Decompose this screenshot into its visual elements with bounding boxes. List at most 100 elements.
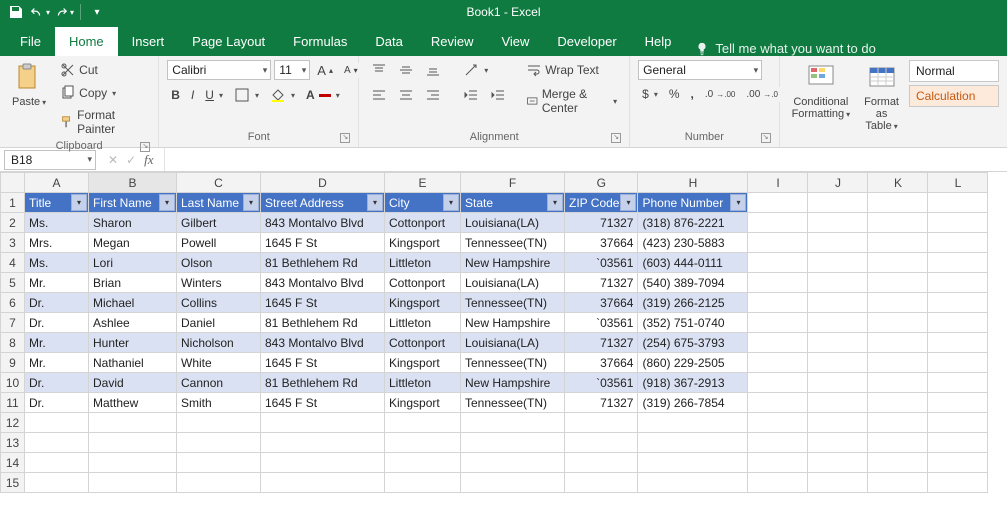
save-button[interactable] [6, 2, 26, 22]
tab-formulas[interactable]: Formulas [279, 27, 361, 56]
conditional-formatting-button[interactable]: Conditional Formatting▾ [788, 60, 855, 123]
cell-H2[interactable]: (318) 876-2221 [638, 213, 748, 233]
tell-me-search[interactable]: Tell me what you want to do [695, 41, 875, 56]
cell-A15[interactable] [25, 473, 89, 493]
cell-A14[interactable] [25, 453, 89, 473]
cell-I3[interactable] [748, 233, 808, 253]
cell-B8[interactable]: Hunter [89, 333, 177, 353]
cell-A9[interactable]: Mr. [25, 353, 89, 373]
column-header-E[interactable]: E [385, 173, 461, 193]
cell-K14[interactable] [868, 453, 928, 473]
worksheet-grid[interactable]: ABCDEFGHIJKL 1Title▾First Name▾Last Name… [0, 172, 1007, 493]
cell-H12[interactable] [638, 413, 748, 433]
cell-F3[interactable]: Tennessee(TN) [461, 233, 565, 253]
table-header-F[interactable]: State▾ [461, 193, 565, 213]
cell-I11[interactable] [748, 393, 808, 413]
cell-A3[interactable]: Mrs. [25, 233, 89, 253]
row-header-1[interactable]: 1 [1, 193, 25, 213]
align-right-button[interactable] [421, 85, 445, 105]
table-header-E[interactable]: City▾ [385, 193, 461, 213]
cell-I7[interactable] [748, 313, 808, 333]
merge-center-button[interactable]: Merge & Center▾ [522, 85, 621, 117]
cell-J8[interactable] [808, 333, 868, 353]
cell-J11[interactable] [808, 393, 868, 413]
cell-F8[interactable]: Louisiana(LA) [461, 333, 565, 353]
cell-B11[interactable]: Matthew [89, 393, 177, 413]
format-as-table-button[interactable]: Format as Table▾ [860, 60, 903, 135]
qat-customize-button[interactable]: ▾ [87, 2, 107, 22]
cell-D3[interactable]: 1645 F St [261, 233, 385, 253]
row-header-5[interactable]: 5 [1, 273, 25, 293]
cell-K15[interactable] [868, 473, 928, 493]
cell-C3[interactable]: Powell [177, 233, 261, 253]
undo-button[interactable]: ▾ [30, 2, 50, 22]
cell-H14[interactable] [638, 453, 748, 473]
percent-format-button[interactable]: % [665, 85, 684, 103]
cell-J12[interactable] [808, 413, 868, 433]
cell-G12[interactable] [565, 413, 638, 433]
column-header-K[interactable]: K [868, 173, 928, 193]
column-header-J[interactable]: J [808, 173, 868, 193]
cell-B5[interactable]: Brian [89, 273, 177, 293]
cell-E12[interactable] [385, 413, 461, 433]
cell-L9[interactable] [928, 353, 988, 373]
cell-L4[interactable] [928, 253, 988, 273]
cell-G15[interactable] [565, 473, 638, 493]
cell-C9[interactable]: White [177, 353, 261, 373]
cell-F9[interactable]: Tennessee(TN) [461, 353, 565, 373]
cell-J6[interactable] [808, 293, 868, 313]
cell-D12[interactable] [261, 413, 385, 433]
cell-I8[interactable] [748, 333, 808, 353]
cell-D9[interactable]: 1645 F St [261, 353, 385, 373]
cell-C7[interactable]: Daniel [177, 313, 261, 333]
cell-F15[interactable] [461, 473, 565, 493]
redo-button[interactable]: ▾ [54, 2, 74, 22]
cell-K5[interactable] [868, 273, 928, 293]
cell-G10[interactable]: `03561 [565, 373, 638, 393]
cell-H6[interactable]: (319) 266-2125 [638, 293, 748, 313]
cell-K10[interactable] [868, 373, 928, 393]
cell-G4[interactable]: `03561 [565, 253, 638, 273]
wrap-text-button[interactable]: Wrap Text [522, 60, 621, 80]
row-header-11[interactable]: 11 [1, 393, 25, 413]
cell-G2[interactable]: 71327 [565, 213, 638, 233]
enter-formula-button[interactable]: ✓ [126, 153, 136, 167]
cell-A7[interactable]: Dr. [25, 313, 89, 333]
format-painter-button[interactable]: Format Painter [56, 106, 150, 138]
cell-A8[interactable]: Mr. [25, 333, 89, 353]
cell-B7[interactable]: Ashlee [89, 313, 177, 333]
cell-J2[interactable] [808, 213, 868, 233]
cell-A10[interactable]: Dr. [25, 373, 89, 393]
cell-A2[interactable]: Ms. [25, 213, 89, 233]
row-header-10[interactable]: 10 [1, 373, 25, 393]
cell-K13[interactable] [868, 433, 928, 453]
copy-button[interactable]: Copy▾ [56, 83, 150, 103]
row-header-2[interactable]: 2 [1, 213, 25, 233]
cell-L10[interactable] [928, 373, 988, 393]
cell-B12[interactable] [89, 413, 177, 433]
cell-E10[interactable]: Littleton [385, 373, 461, 393]
cell-L3[interactable] [928, 233, 988, 253]
cell-B4[interactable]: Lori [89, 253, 177, 273]
underline-button[interactable]: U▾ [201, 86, 227, 104]
cell-K8[interactable] [868, 333, 928, 353]
cell-A6[interactable]: Dr. [25, 293, 89, 313]
decrease-indent-button[interactable] [459, 85, 483, 105]
cell-L5[interactable] [928, 273, 988, 293]
cell-I2[interactable] [748, 213, 808, 233]
row-header-9[interactable]: 9 [1, 353, 25, 373]
tab-home[interactable]: Home [55, 27, 118, 56]
cell-I9[interactable] [748, 353, 808, 373]
column-header-D[interactable]: D [261, 173, 385, 193]
column-header-B[interactable]: B [89, 173, 177, 193]
cell-E11[interactable]: Kingsport [385, 393, 461, 413]
cell-I10[interactable] [748, 373, 808, 393]
cell-I12[interactable] [748, 413, 808, 433]
cell-C5[interactable]: Winters [177, 273, 261, 293]
tab-review[interactable]: Review [417, 27, 488, 56]
cell-L7[interactable] [928, 313, 988, 333]
font-size-select[interactable]: 11▾ [274, 60, 310, 80]
tab-page-layout[interactable]: Page Layout [178, 27, 279, 56]
table-header-D[interactable]: Street Address▾ [261, 193, 385, 213]
cell-B14[interactable] [89, 453, 177, 473]
